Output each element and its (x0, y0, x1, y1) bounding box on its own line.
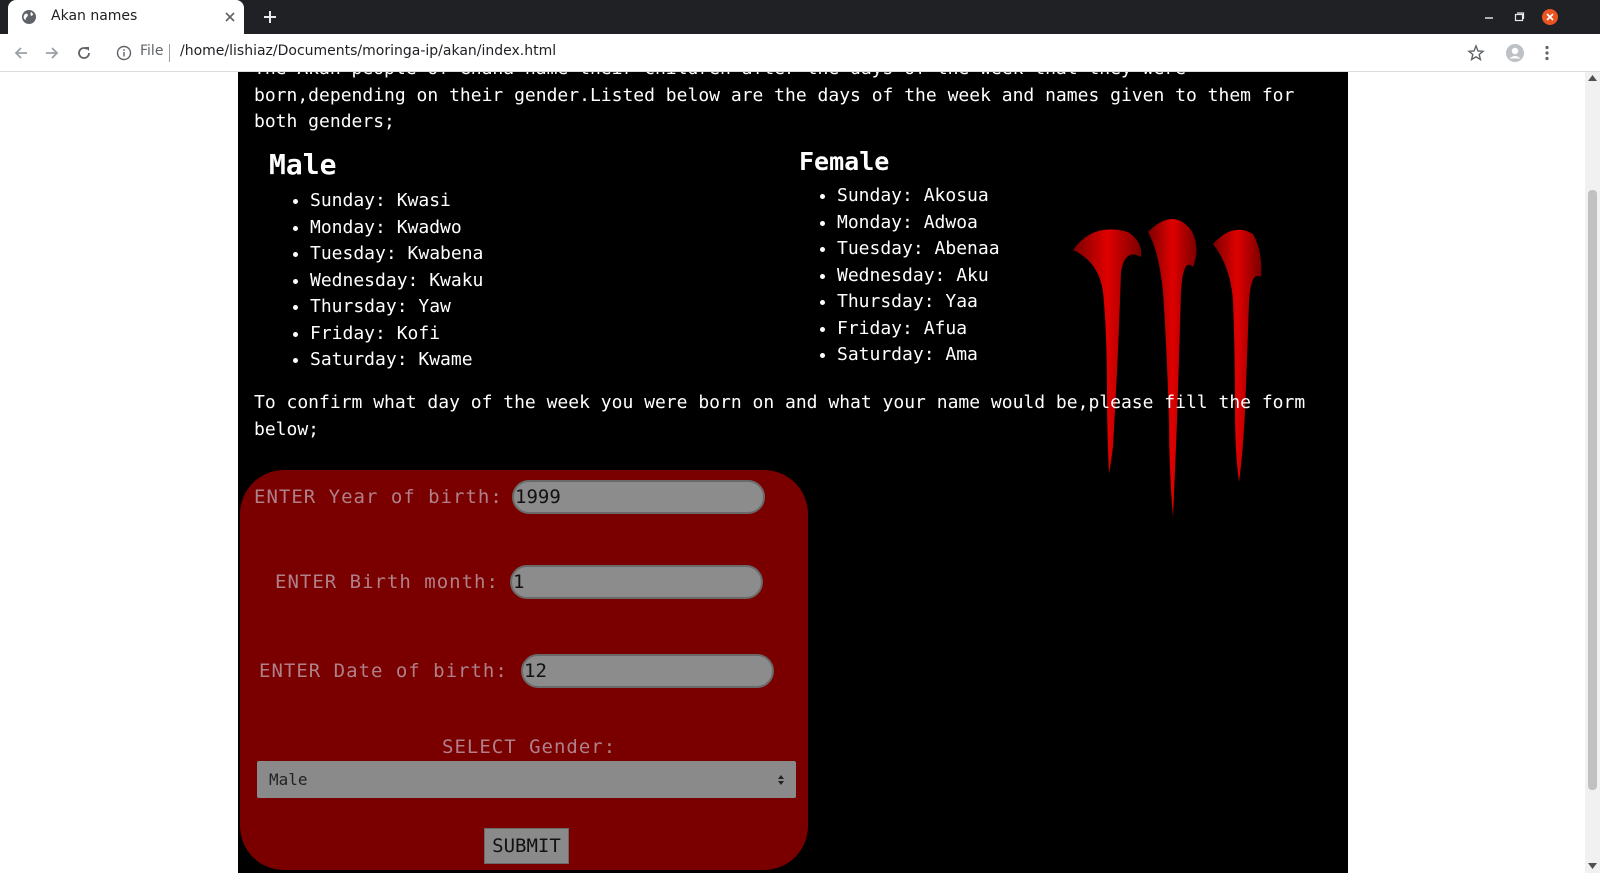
tab-title: Akan names (51, 8, 138, 24)
female-names-list: Sunday: Akosua Monday: Adwoa Tuesday: Ab… (837, 183, 1000, 369)
forward-icon[interactable] (42, 43, 62, 63)
year-label: ENTER Year of birth: (254, 486, 503, 508)
menu-icon[interactable] (1537, 43, 1557, 63)
date-label: ENTER Date of birth: (259, 660, 508, 682)
browser-toolbar: File /home/lishiaz/Documents/moringa-ip/… (0, 34, 1600, 72)
select-arrow-icon (778, 775, 784, 785)
list-item: Tuesday: Abenaa (837, 236, 1000, 263)
list-item: Friday: Afua (837, 316, 1000, 343)
list-item: Monday: Adwoa (837, 210, 1000, 237)
year-input[interactable]: 1999 (512, 480, 765, 514)
list-item: Wednesday: Aku (837, 263, 1000, 290)
page-scrollbar[interactable] (1585, 72, 1600, 873)
scroll-up-icon[interactable] (1588, 75, 1597, 81)
profile-icon[interactable] (1505, 43, 1525, 63)
reload-icon[interactable] (74, 43, 94, 63)
intro-text: The Akan people of Ghana name their chil… (254, 72, 1295, 132)
list-item: Sunday: Akosua (837, 183, 1000, 210)
scroll-down-icon[interactable] (1588, 863, 1597, 869)
info-icon[interactable] (116, 45, 132, 61)
star-icon[interactable] (1466, 43, 1486, 63)
tab-bar: Akan names (0, 0, 1600, 34)
list-item: Wednesday: Kwaku (310, 268, 483, 295)
minimize-icon[interactable] (1481, 9, 1497, 25)
scroll-thumb[interactable] (1588, 190, 1597, 790)
male-heading: Male (269, 148, 337, 181)
url-separator (169, 44, 170, 62)
submit-button[interactable]: SUBMIT (484, 828, 569, 864)
file-label: File (140, 43, 164, 59)
list-item: Thursday: Yaw (310, 294, 483, 321)
plus-icon[interactable] (262, 9, 278, 25)
browser-tab[interactable]: Akan names (8, 0, 244, 34)
close-icon[interactable] (222, 9, 238, 25)
birth-form: ENTER Year of birth: 1999 ENTER Birth mo… (240, 470, 808, 870)
month-label: ENTER Birth month: (275, 571, 499, 593)
female-heading: Female (799, 147, 890, 176)
list-item: Saturday: Kwame (310, 347, 483, 374)
list-item: Thursday: Yaa (837, 289, 1000, 316)
gender-label: SELECT Gender: (442, 736, 617, 758)
claw-logo (1073, 218, 1262, 517)
page-viewport: The Akan people of Ghana name their chil… (0, 72, 1585, 873)
globe-icon (22, 10, 36, 24)
maximize-icon[interactable] (1511, 9, 1527, 25)
list-item: Sunday: Kwasi (310, 188, 483, 215)
confirm-text: To confirm what day of the week you were… (254, 392, 1306, 440)
back-icon[interactable] (11, 43, 31, 63)
page-content: The Akan people of Ghana name their chil… (238, 72, 1348, 873)
list-item: Friday: Kofi (310, 321, 483, 348)
date-input[interactable]: 12 (521, 654, 774, 688)
month-input[interactable]: 1 (510, 565, 763, 599)
address-bar[interactable]: /home/lishiaz/Documents/moringa-ip/akan/… (180, 43, 556, 59)
list-item: Tuesday: Kwabena (310, 241, 483, 268)
gender-select[interactable]: Male (257, 761, 796, 798)
list-item: Saturday: Ama (837, 342, 1000, 369)
list-item: Monday: Kwadwo (310, 215, 483, 242)
gender-select-value: Male (269, 770, 308, 789)
male-names-list: Sunday: Kwasi Monday: Kwadwo Tuesday: Kw… (310, 188, 483, 374)
window-close-icon[interactable] (1542, 9, 1558, 25)
